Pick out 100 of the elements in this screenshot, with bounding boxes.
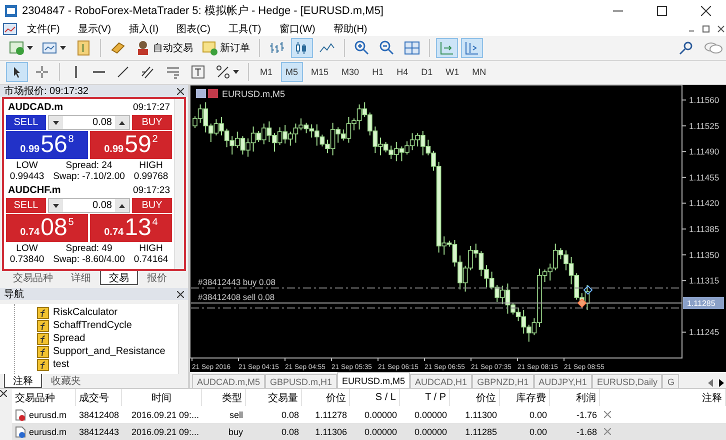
low-value: 0.73840 <box>10 254 44 265</box>
maximize-icon <box>657 6 667 16</box>
panel-tab[interactable]: 交易品种 <box>4 271 62 285</box>
chart-tab[interactable]: GBPUSD.m,H1 <box>265 374 338 388</box>
spread-text: Spread: 24 <box>66 160 112 171</box>
document-icon <box>15 408 26 420</box>
zoom-out-icon <box>379 40 395 56</box>
shapes-icon <box>215 64 231 80</box>
low-value: 0.99443 <box>10 171 44 182</box>
window-controls-icon <box>686 24 726 34</box>
chart-type-button[interactable] <box>291 38 313 58</box>
chat-icon <box>703 40 723 56</box>
current-price: 1.11285 <box>683 297 724 309</box>
horizontal-line-icon <box>93 71 105 74</box>
indicator-icon <box>37 332 49 344</box>
bars-chart-icon <box>269 40 285 56</box>
timeframe-button[interactable]: H4 <box>392 62 414 82</box>
chart-window-icon <box>42 40 58 56</box>
table-cell: 0.00000 <box>400 423 450 440</box>
indicator-icon <box>37 320 49 332</box>
quote-time: 09:17:23 <box>133 185 170 196</box>
table-cell: -1.68 <box>550 423 600 440</box>
panel-tab[interactable]: 详细 <box>62 271 100 285</box>
menu-item[interactable]: 插入(I) <box>121 22 167 36</box>
window-title: 2304847 - RoboForex-MetaTrader 5: 模拟帐户 - Hedge - [EURUSD.m,M5] <box>22 4 384 18</box>
sell-button[interactable]: SELL <box>6 115 46 130</box>
timeframe-button[interactable]: D1 <box>416 62 438 82</box>
chart-tab[interactable]: AUDCAD,H1 <box>410 374 472 388</box>
menu-item[interactable]: 文件(F) <box>19 22 68 36</box>
chart-tab[interactable]: G <box>662 374 680 388</box>
menu-item[interactable]: 图表(C) <box>168 22 218 36</box>
caret-icon <box>53 120 59 124</box>
menu-item[interactable]: 显示(V) <box>70 22 120 36</box>
menu-item[interactable]: 窗口(W) <box>271 22 324 36</box>
navigator-item[interactable]: Support_and_Resistance <box>37 345 178 358</box>
low-label: LOW <box>16 160 38 171</box>
buy-button[interactable]: BUY <box>132 198 172 213</box>
chart-shift-button[interactable] <box>461 38 483 58</box>
navigator-item[interactable]: SchaffTrendCycle <box>37 319 178 332</box>
chart-window-icon <box>3 22 17 35</box>
price-label: 1.11420 <box>689 198 720 208</box>
volume-field[interactable]: 0.08 <box>48 198 130 213</box>
table-cell: 0.08 <box>246 423 302 440</box>
indicator-icon <box>37 358 49 370</box>
timeframe-button[interactable]: M1 <box>255 62 278 82</box>
sell-button[interactable]: SELL <box>6 198 46 213</box>
chart-tab[interactable]: AUDCAD.m,M5 <box>192 374 266 388</box>
price-label: 1.11490 <box>689 146 720 157</box>
table-cell: 38412443 <box>76 423 122 440</box>
table-cell: 1.11306 <box>302 423 350 440</box>
close-icon <box>604 411 610 418</box>
cursor-button[interactable] <box>6 62 28 82</box>
panel-tab[interactable]: 收藏夹 <box>42 374 90 388</box>
price-label: 1.11245 <box>689 327 720 338</box>
spread-text: Spread: 49 <box>66 243 112 254</box>
algo-trading-button[interactable]: 自动交易 <box>132 38 196 58</box>
buy-button[interactable]: BUY <box>132 115 172 130</box>
chart-tab[interactable]: GBPNZD,H1 <box>472 374 534 388</box>
table-cell: 0.00000 <box>350 423 400 440</box>
menu-item[interactable]: 工具(T) <box>220 22 270 36</box>
panel-tab[interactable]: 报价 <box>138 271 176 285</box>
close-icon <box>604 428 610 435</box>
price-label: 1.11560 <box>689 95 720 105</box>
panel-tab[interactable]: 注释 <box>4 374 42 388</box>
caret-icon <box>60 46 66 50</box>
menu-item[interactable]: 帮助(H) <box>325 22 376 36</box>
navigator-item[interactable]: test <box>37 358 178 371</box>
table-cell: 0.00 <box>500 423 550 440</box>
caret-icon <box>119 204 125 208</box>
high-value: 0.74164 <box>134 254 168 265</box>
chart-tab[interactable]: AUDJPY,H1 <box>534 374 592 388</box>
close-icon <box>0 390 7 397</box>
low-label: LOW <box>16 243 38 254</box>
navigator-item[interactable]: Spread <box>37 332 178 345</box>
timeframe-button[interactable]: MN <box>467 62 492 82</box>
sell-marker-icon <box>577 298 587 308</box>
symbol-name: AUDCAD.m <box>8 102 63 113</box>
chart-tab[interactable]: EURUSD.m,M5 <box>337 372 410 388</box>
timeframe-button[interactable]: H1 <box>367 62 389 82</box>
price-label: 1.11455 <box>689 172 720 182</box>
timeframe-button[interactable]: W1 <box>440 62 464 82</box>
app-icon <box>4 4 18 18</box>
caret-icon <box>27 46 33 50</box>
new-order-button[interactable]: 新订单 <box>199 38 253 58</box>
auto-scroll-button[interactable] <box>436 38 458 58</box>
timeframe-button[interactable]: M5 <box>280 62 304 82</box>
caret-icon <box>119 120 125 124</box>
panel-tab[interactable]: 交易 <box>100 271 138 285</box>
chart-shift-icon <box>464 40 480 56</box>
market-watch-title: 市场报价: 09:17:32 <box>4 84 88 98</box>
navigator-item[interactable]: RiskCalculator <box>37 306 178 319</box>
timeframe-button[interactable]: M30 <box>336 62 364 82</box>
timeframe-button[interactable]: M15 <box>306 62 334 82</box>
document-icon <box>15 426 26 438</box>
chart-tab[interactable]: EURUSD,Daily <box>592 374 662 388</box>
high-label: HIGH <box>139 160 163 171</box>
auto-scroll-icon <box>439 40 455 56</box>
chart-plus-icon <box>9 40 25 56</box>
order-label: #38412443 buy 0.08 <box>198 277 276 287</box>
volume-field[interactable]: 0.08 <box>48 115 130 130</box>
